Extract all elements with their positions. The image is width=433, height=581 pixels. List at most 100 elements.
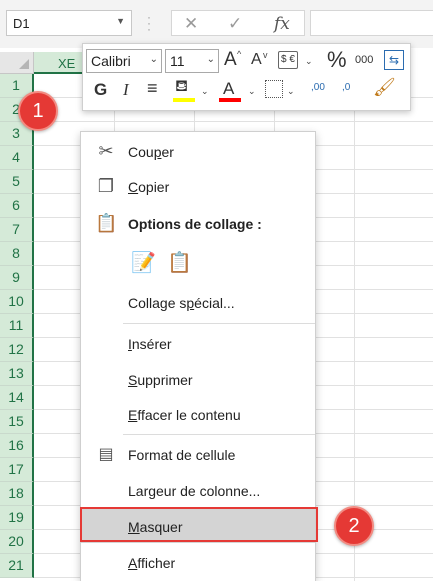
grip-icon: · · ·	[147, 10, 151, 36]
row-header-21[interactable]: 21	[0, 554, 34, 578]
chevron-down-icon[interactable]: ⌄	[201, 86, 209, 97]
formula-bar: D1 ▼ · · · ✕ ✓ fx	[0, 0, 433, 48]
row-header-5[interactable]: 5	[0, 170, 34, 194]
row-header-label: 16	[8, 437, 24, 453]
menu-item-label: Effacer le contenu	[128, 407, 241, 423]
grow-font-icon[interactable]: A	[224, 49, 237, 71]
format-cells-icon: ▤	[98, 446, 114, 463]
fill-color-icon[interactable]: ⛾	[175, 77, 188, 97]
paste-options-label: Options de collage :	[128, 216, 262, 232]
row-header-label: 14	[8, 389, 24, 405]
menu-separator	[123, 434, 315, 435]
insert-function-icon[interactable]: fx	[274, 14, 290, 34]
row-header-8[interactable]: 8	[0, 242, 34, 266]
menu-item-label: Collage spécial...	[128, 295, 235, 311]
fill-color-swatch	[173, 98, 195, 102]
format-painter-icon[interactable]: 🖌	[373, 77, 396, 98]
chevron-down-icon: ⌄	[149, 54, 158, 65]
menu-item-delete[interactable]: Supprimer	[81, 362, 315, 396]
row-header-4[interactable]: 4	[0, 146, 34, 170]
row-header-20[interactable]: 20	[0, 530, 34, 554]
step-badge-2: 2	[334, 506, 374, 546]
menu-item-column-width[interactable]: Largeur de colonne...	[81, 473, 315, 507]
thousands-separator-icon[interactable]: 000	[355, 54, 373, 66]
row-header-label: 11	[8, 317, 24, 333]
row-header-label: 5	[12, 173, 20, 189]
row-header-label: 6	[12, 197, 20, 213]
menu-item-insert[interactable]: Insérer	[81, 326, 315, 360]
menu-item-paste-special[interactable]: Collage spécial...	[81, 285, 315, 319]
row-header-label: 18	[8, 485, 24, 501]
menu-item-copy[interactable]: ❐ Copier	[81, 169, 315, 203]
row-header-9[interactable]: 9	[0, 266, 34, 290]
font-name-select[interactable]: Calibri ⌄	[86, 49, 162, 73]
row-header-13[interactable]: 13	[0, 362, 34, 386]
chevron-down-icon[interactable]: ⌄	[287, 86, 295, 97]
formula-buttons: ✕ ✓ fx	[171, 10, 305, 36]
row-header-label: 21	[8, 557, 24, 573]
chevron-down-icon: ⌄	[206, 54, 215, 65]
step-badge-1: 1	[18, 91, 58, 131]
row-header-16[interactable]: 16	[0, 434, 34, 458]
row-header-6[interactable]: 6	[0, 194, 34, 218]
font-color-icon[interactable]: A	[223, 79, 234, 99]
copy-icon: ❐	[97, 176, 115, 196]
shrink-font-icon[interactable]: A	[251, 51, 262, 69]
paste-formatting-icon[interactable]: 📝	[131, 250, 156, 275]
wrap-text-icon[interactable]: ⇆	[384, 50, 404, 70]
row-header-label: 20	[8, 533, 24, 549]
column-header-label: XE	[58, 56, 76, 71]
row-header-label: 15	[8, 413, 24, 429]
cancel-icon[interactable]: ✕	[184, 14, 198, 34]
decrease-decimal-icon[interactable]: ,0	[342, 82, 350, 93]
menu-section-paste-options: 📋 Options de collage :	[81, 206, 315, 240]
menu-item-label: Insérer	[128, 336, 172, 352]
clipboard-icon: 📋	[95, 213, 118, 233]
formula-input[interactable]	[310, 10, 433, 36]
row-header-label: 4	[12, 149, 20, 165]
name-box[interactable]: D1 ▼	[6, 10, 132, 36]
row-header-11[interactable]: 11	[0, 314, 34, 338]
row-header-18[interactable]: 18	[0, 482, 34, 506]
row-header-10[interactable]: 10	[0, 290, 34, 314]
menu-separator	[123, 323, 315, 324]
menu-item-label: Format de cellule	[128, 447, 236, 463]
menu-item-cut[interactable]: ✂ Couper	[81, 134, 315, 168]
caret-up-icon: ^	[237, 49, 242, 59]
row-header-7[interactable]: 7	[0, 218, 34, 242]
row-header-15[interactable]: 15	[0, 410, 34, 434]
borders-icon[interactable]	[265, 80, 283, 98]
bold-icon[interactable]: G	[94, 80, 107, 100]
row-header-12[interactable]: 12	[0, 338, 34, 362]
align-center-icon[interactable]: ≡	[147, 78, 158, 99]
row-header-label: 13	[8, 365, 24, 381]
chevron-down-icon[interactable]: ⌄	[248, 86, 256, 97]
menu-item-label: Supprimer	[128, 372, 193, 388]
row-header-19[interactable]: 19	[0, 506, 34, 530]
chevron-down-icon[interactable]: ▼	[116, 16, 125, 26]
menu-item-label: Couper	[128, 144, 174, 160]
grid-column-line	[354, 74, 355, 581]
row-header-label: 8	[12, 245, 20, 261]
font-size-select[interactable]: 11 ⌄	[165, 49, 219, 73]
row-header-14[interactable]: 14	[0, 386, 34, 410]
grid-row-line	[34, 121, 433, 122]
menu-item-label: Afficher	[128, 555, 176, 571]
menu-item-clear-contents[interactable]: Effacer le contenu	[81, 397, 315, 431]
row-header-label: 10	[8, 293, 24, 309]
row-header-label: 1	[12, 77, 20, 93]
select-all-corner[interactable]	[0, 52, 34, 74]
row-header-label: 19	[8, 509, 24, 525]
menu-item-unhide[interactable]: Afficher	[81, 545, 315, 579]
menu-item-format-cells[interactable]: ▤ Format de cellule	[81, 437, 315, 471]
row-header-label: 17	[8, 461, 24, 477]
number-format-icon[interactable]: $ €	[278, 51, 298, 69]
percent-icon[interactable]: %	[327, 47, 347, 73]
italic-icon[interactable]: I	[123, 80, 129, 100]
enter-icon[interactable]: ✓	[228, 14, 242, 34]
row-header-17[interactable]: 17	[0, 458, 34, 482]
increase-decimal-icon[interactable]: ,00	[311, 82, 325, 93]
chevron-down-icon[interactable]: ⌄	[305, 56, 313, 67]
paste-icon[interactable]: 📋	[167, 250, 192, 275]
menu-item-label: Copier	[128, 179, 170, 195]
